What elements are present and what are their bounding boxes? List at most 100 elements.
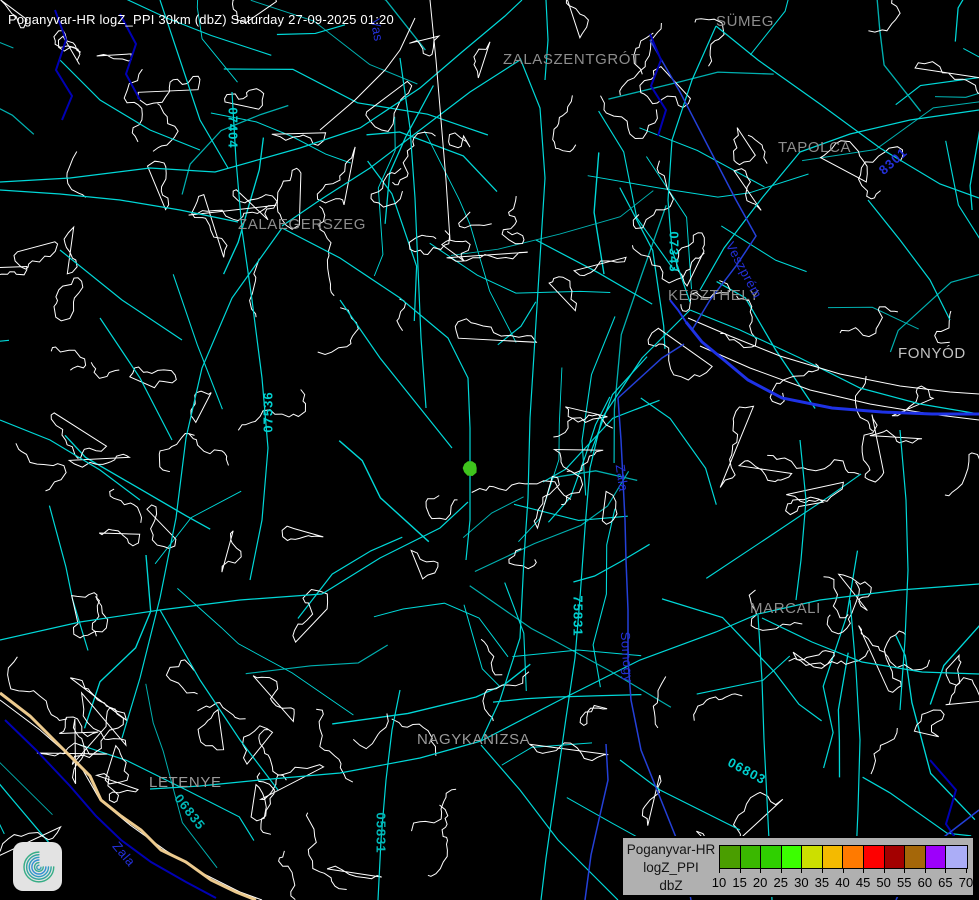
map-line [0,594,322,640]
map-line [243,726,273,764]
map-line [642,775,661,826]
map-line [935,50,979,97]
map-line [650,34,666,136]
map-line [481,745,618,900]
map-line [868,0,900,32]
legend-color-swatch [802,846,823,868]
map-line [73,719,85,784]
map-line [509,549,536,569]
map-line [529,743,608,761]
map-line [64,227,77,274]
map-line [639,128,764,187]
legend-tick-label: 70 [952,875,979,890]
map-line [166,660,197,694]
map-line [368,161,417,321]
map-line [55,10,72,120]
map-line [51,347,85,370]
map-line [92,597,99,637]
map-line [800,110,979,152]
map-line [0,14,13,48]
map-line [896,636,975,820]
map-line [553,95,576,151]
map-line [890,275,979,352]
map-line [574,257,626,275]
map-line [97,774,138,803]
map-line [339,441,429,542]
map-line [277,25,345,35]
map-line [514,504,628,520]
map-line [862,415,884,483]
map-line [608,72,773,99]
map-line [498,302,536,345]
map-line [871,728,897,774]
map-line [668,26,716,302]
map-line [593,509,615,687]
radar-echo [463,462,476,476]
map-line [455,319,536,343]
map-line [650,40,756,330]
legend-tick-mark [801,868,802,873]
map-line [548,397,609,522]
map-line [750,0,822,55]
map-line [720,406,753,487]
map-line [261,765,324,800]
map-line [734,792,783,838]
radar-map-view: SÜMEGZALASZENTGRÓTTAPOLCAZALAEGERSZEGKES… [0,0,979,900]
legend-color-swatch [864,846,885,868]
map-line [91,362,119,378]
map-line [463,497,523,538]
map-line [554,450,603,474]
map-line [428,805,448,876]
map-line [0,267,27,294]
map-line [293,590,328,643]
map-line [828,307,919,329]
map-line [189,205,277,220]
map-line [85,555,151,728]
map-line [541,310,690,900]
map-line [700,152,800,290]
map-line [120,14,140,100]
map-line [67,152,86,198]
map-line [122,228,282,738]
map-line [225,89,264,110]
map-line [197,0,237,82]
map-line [475,471,629,571]
map-line [159,434,194,472]
map-line [60,250,182,340]
map-line [734,128,756,165]
map-line [767,455,859,474]
map-line [549,277,576,311]
map-line [930,593,979,704]
map-line [155,491,241,564]
map-line [721,226,806,272]
map-line [633,161,673,229]
legend-color-swatch [741,846,762,868]
map-line [0,100,34,135]
map-line [238,390,305,431]
legend-color-swatch [885,846,906,868]
map-line [955,0,969,42]
legend-tick-mark [843,868,844,873]
map-line [493,695,641,703]
map-line [614,205,666,463]
map-line [588,174,809,197]
map-line [65,435,210,529]
map-line [1,0,28,28]
legend-tick-mark [945,868,946,873]
map-line [16,443,66,491]
legend-color-swatch [823,846,844,868]
map-line [284,0,425,50]
map-line [70,678,126,721]
map-line [823,551,857,768]
map-line [72,708,123,764]
map-line [641,398,717,505]
map-line [99,529,140,546]
map-line [251,785,266,821]
legend-tick-mark [781,868,782,873]
map-line [466,468,470,560]
map-line [838,653,848,778]
map-line [653,677,666,728]
map-line [97,54,132,61]
map-line [197,703,245,719]
legend-color-swatch [843,846,864,868]
